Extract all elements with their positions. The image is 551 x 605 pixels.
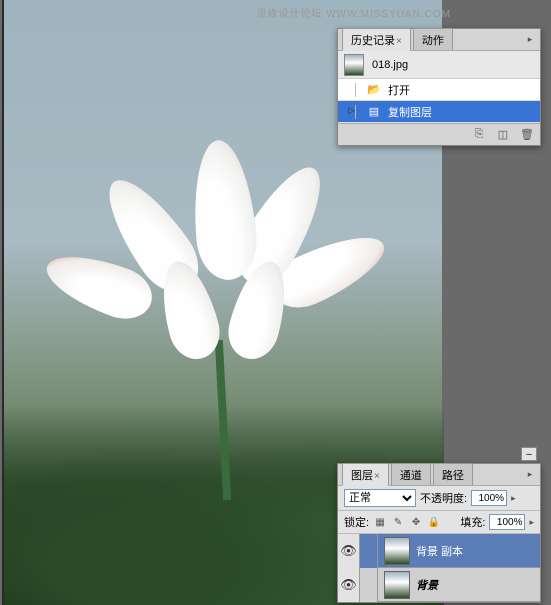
lock-label: 锁定: xyxy=(344,514,369,530)
snapshot-icon[interactable]: ⎘ xyxy=(472,128,486,142)
blend-mode-select[interactable]: 正常 xyxy=(344,489,416,507)
fill-label: 填充: xyxy=(460,514,485,530)
tab-label: 动作 xyxy=(422,35,444,47)
history-check xyxy=(342,83,356,97)
document-thumb xyxy=(344,54,364,76)
folder-open-icon: 📂 xyxy=(366,82,382,98)
history-marker: ▷ xyxy=(342,105,356,119)
tab-actions[interactable]: 动作 xyxy=(413,28,453,50)
tab-label: 路径 xyxy=(442,470,464,482)
tab-layers[interactable]: 图层× xyxy=(342,463,389,486)
chevron-right-icon[interactable]: ▸ xyxy=(511,493,516,504)
layer-row-bg-copy[interactable]: 👁 背景 副本 xyxy=(338,534,540,568)
eye-icon: 👁 xyxy=(340,577,357,593)
link-column[interactable] xyxy=(360,534,378,568)
history-panel: 历史记录× 动作 018.jpg 📂 打开 ▷ ▤ 复制图层 ⎘ ◫ 🗑 xyxy=(337,28,541,146)
trash-icon[interactable]: 🗑 xyxy=(520,128,534,142)
history-item-duplicate-layer[interactable]: ▷ ▤ 复制图层 xyxy=(338,101,540,123)
lock-move-icon[interactable]: ✥ xyxy=(409,515,423,529)
tab-label: 历史记录 xyxy=(351,35,395,47)
layer-list: 👁 背景 副本 👁 背景 xyxy=(338,534,540,602)
lock-all-icon[interactable]: 🔒 xyxy=(427,515,441,529)
lock-brush-icon[interactable]: ✎ xyxy=(391,515,405,529)
layers-icon: ▤ xyxy=(366,104,382,120)
history-document-row[interactable]: 018.jpg xyxy=(338,51,540,79)
minimize-icon[interactable]: – xyxy=(521,447,537,461)
link-column[interactable] xyxy=(360,568,378,602)
opacity-label: 不透明度: xyxy=(420,490,467,506)
layer-thumb xyxy=(384,537,410,565)
history-label: 复制图层 xyxy=(388,104,432,120)
layer-thumb xyxy=(384,571,410,599)
document-name: 018.jpg xyxy=(372,59,408,71)
layer-row-bg[interactable]: 👁 背景 xyxy=(338,568,540,602)
visibility-toggle[interactable]: 👁 xyxy=(338,534,360,568)
layer-name: 背景 副本 xyxy=(416,543,463,559)
opacity-input[interactable] xyxy=(471,490,507,506)
watermark-text: 思缘设计论坛 WWW.MISSYUAN.COM xyxy=(256,5,451,20)
tab-paths[interactable]: 路径 xyxy=(433,463,473,485)
close-icon[interactable]: × xyxy=(396,36,402,47)
panel-menu-icon[interactable] xyxy=(523,467,537,481)
close-icon[interactable]: × xyxy=(374,471,380,482)
layer-options-row: 正常 不透明度: ▸ xyxy=(338,486,540,511)
fill-input[interactable] xyxy=(489,514,525,530)
history-panel-header: 历史记录× 动作 xyxy=(338,29,540,51)
eye-icon: 👁 xyxy=(340,543,357,559)
lock-transparency-icon[interactable]: ▦ xyxy=(373,515,387,529)
history-item-open[interactable]: 📂 打开 xyxy=(338,79,540,101)
history-list: 📂 打开 ▷ ▤ 复制图层 xyxy=(338,79,540,123)
layers-panel: – 图层× 通道 路径 正常 不透明度: ▸ 锁定: ▦ ✎ ✥ 🔒 填充: ▸… xyxy=(337,463,541,603)
tab-label: 通道 xyxy=(400,470,422,482)
lock-options-row: 锁定: ▦ ✎ ✥ 🔒 填充: ▸ xyxy=(338,511,540,534)
new-snapshot-icon[interactable]: ◫ xyxy=(496,128,510,142)
tab-channels[interactable]: 通道 xyxy=(391,463,431,485)
visibility-toggle[interactable]: 👁 xyxy=(338,568,360,602)
history-panel-footer: ⎘ ◫ 🗑 xyxy=(338,123,540,145)
chevron-right-icon[interactable]: ▸ xyxy=(529,517,534,528)
layer-name: 背景 xyxy=(416,577,438,593)
lotus-flower xyxy=(54,140,394,440)
layers-panel-header: 图层× 通道 路径 xyxy=(338,464,540,486)
history-label: 打开 xyxy=(388,82,410,98)
panel-menu-icon[interactable] xyxy=(523,32,537,46)
tab-history[interactable]: 历史记录× xyxy=(342,28,411,51)
tab-label: 图层 xyxy=(351,470,373,482)
